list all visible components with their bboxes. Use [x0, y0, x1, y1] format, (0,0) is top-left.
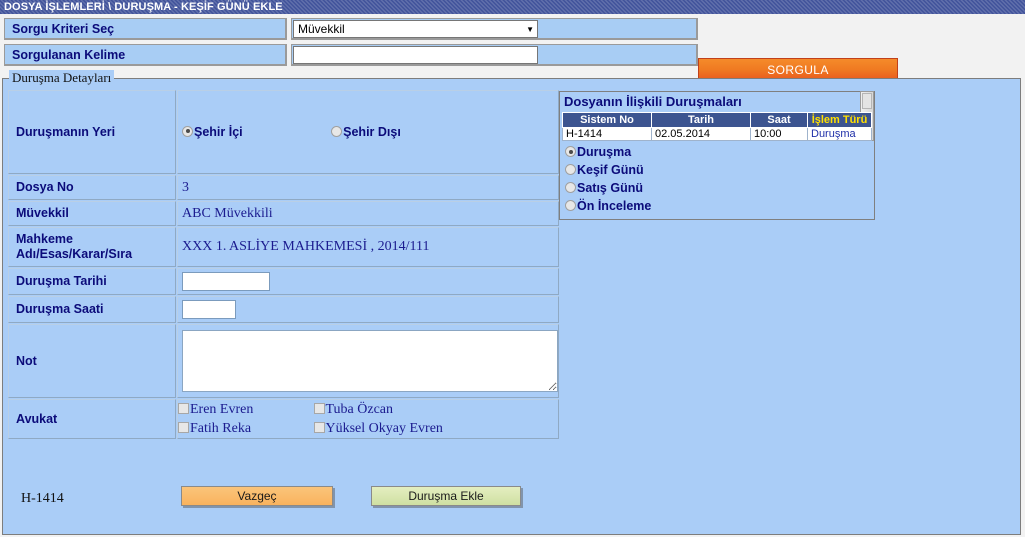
lawyer-checkbox-group: Eren Evren Tuba Özcan Fatih Reka Yüksel …: [177, 399, 559, 439]
cell-islem-turu: Duruşma: [807, 127, 872, 141]
radio-sehir-disi-label: Şehir Dışı: [343, 124, 401, 139]
table-row-location: Duruşmanın Yeri Şehir İçi Şehir Dışı: [8, 90, 559, 174]
search-criteria-label: Sorgu Kriteri Seç: [4, 18, 287, 40]
search-criteria-selected-value: Müvekkil: [298, 22, 345, 36]
lawyer-label: Avukat: [8, 399, 176, 439]
radio-sehir-disi[interactable]: Şehir Dışı: [331, 125, 401, 139]
location-label: Duruşmanın Yeri: [8, 90, 176, 174]
column-header-saat[interactable]: Saat: [750, 112, 808, 128]
add-hearing-button[interactable]: Duruşma Ekle: [371, 486, 521, 506]
lawyer-label-2: Tuba Özcan: [325, 402, 394, 417]
search-keyword-input[interactable]: [293, 46, 538, 64]
radio-type-kesif-gunu[interactable]: Keşif Günü: [565, 161, 651, 179]
table-row[interactable]: H-1414 02.05.2014 10:00 Duruşma: [562, 127, 872, 141]
chevron-down-icon: ▼: [526, 25, 534, 34]
window-title: DOSYA İŞLEMLERİ \ DURUŞMA - KEŞİF GÜNÜ E…: [4, 1, 283, 13]
application-window: DOSYA İŞLEMLERİ \ DURUŞMA - KEŞİF GÜNÜ E…: [0, 0, 1025, 537]
hearing-date-input[interactable]: [182, 272, 270, 291]
radio-sehir-ici-label: Şehir İçi: [194, 124, 243, 139]
hearing-date-label: Duruşma Tarihi: [8, 268, 176, 295]
checkbox-icon: [313, 422, 325, 433]
related-hearings-title: Dosyanın İlişkili Duruşmaları: [564, 94, 742, 109]
client-value: ABC Müvekkili: [177, 201, 559, 226]
radio-icon-unselected: [565, 182, 576, 193]
hearing-time-cell: [177, 296, 559, 323]
radio-type-kesif-gunu-label: Keşif Günü: [577, 163, 644, 177]
checkbox-lawyer-fatih-reka[interactable]: Fatih Reka: [178, 419, 310, 438]
table-row-court: Mahkeme Adı/Esas/Karar/Sıra XXX 1. ASLİY…: [8, 227, 559, 267]
radio-type-durusma-label: Duruşma: [577, 145, 632, 159]
hearing-type-radio-group: Duruşma Keşif Günü Satış Günü Ön İncelem…: [565, 143, 651, 215]
table-row-note: Not: [8, 324, 559, 398]
note-label: Not: [8, 324, 176, 398]
table-row-lawyer: Avukat Eren Evren Tuba Özcan Fatih Reka: [8, 399, 559, 439]
related-hearings-table: Sistem No Tarih Saat İşlem Türü H-1414 0…: [562, 112, 872, 141]
radio-type-durusma[interactable]: Duruşma: [565, 143, 651, 161]
cancel-button[interactable]: Vazgeç: [181, 486, 333, 506]
file-no-label: Dosya No: [8, 175, 176, 200]
radio-type-on-inceleme-label: Ön İnceleme: [577, 199, 652, 213]
table-row-hearing-time: Duruşma Saati: [8, 296, 559, 323]
checkbox-icon: [313, 403, 325, 414]
hearing-time-input[interactable]: [182, 300, 236, 319]
checkbox-lawyer-tuba-ozcan[interactable]: Tuba Özcan: [313, 400, 446, 419]
radio-icon-unselected: [565, 200, 576, 211]
table-row-client: Müvekkil ABC Müvekkili: [8, 201, 559, 226]
table-header-row: Sistem No Tarih Saat İşlem Türü: [562, 112, 872, 128]
related-hearings-panel: Dosyanın İlişkili Duruşmaları Sistem No …: [559, 91, 875, 220]
search-keyword-field-wrap: [291, 44, 698, 66]
cell-sistem-no: H-1414: [562, 127, 652, 141]
checkbox-lawyer-eren-evren[interactable]: Eren Evren: [178, 400, 310, 419]
reference-id: H-1414: [21, 491, 64, 506]
radio-type-satis-gunu[interactable]: Satış Günü: [565, 179, 651, 197]
search-keyword-label: Sorgulanan Kelime: [4, 44, 287, 66]
client-label: Müvekkil: [8, 201, 176, 226]
note-cell: [177, 324, 559, 398]
cell-tarih: 02.05.2014: [651, 127, 751, 141]
file-no-value: 3: [177, 175, 559, 200]
window-titlebar: DOSYA İŞLEMLERİ \ DURUŞMA - KEŞİF GÜNÜ E…: [0, 0, 1025, 14]
checkbox-icon: [178, 403, 189, 414]
hearing-time-label: Duruşma Saati: [8, 296, 176, 323]
search-criteria-field-wrap: Müvekkil ▼: [291, 18, 698, 40]
court-label: Mahkeme Adı/Esas/Karar/Sıra: [8, 227, 176, 267]
lawyer-label-4: Yüksel Okyay Evren: [325, 421, 443, 436]
radio-icon-selected: [182, 125, 193, 137]
form-footer: H-1414 Vazgeç Duruşma Ekle: [3, 479, 1020, 519]
column-header-tarih[interactable]: Tarih: [651, 112, 751, 128]
hearing-details-panel: Duruşma Detayları Duruşmanın Yeri Şehir …: [2, 70, 1021, 535]
hearing-details-legend: Duruşma Detayları: [9, 70, 115, 86]
checkbox-lawyer-yuksel-okyay-evren[interactable]: Yüksel Okyay Evren: [313, 419, 446, 438]
lawyer-row-2: Fatih Reka Yüksel Okyay Evren: [178, 419, 558, 438]
radio-icon-unselected: [331, 125, 343, 137]
court-value: XXX 1. ASLİYE MAHKEMESİ , 2014/111: [177, 227, 559, 267]
radio-sehir-ici[interactable]: Şehir İçi: [182, 125, 243, 139]
location-options-cell: Şehir İçi Şehir Dışı: [177, 90, 559, 174]
table-row-file-no: Dosya No 3: [8, 175, 559, 200]
lawyer-label-3: Fatih Reka: [190, 421, 252, 436]
search-criteria-select[interactable]: Müvekkil ▼: [293, 20, 538, 38]
hearing-form-table: Duruşmanın Yeri Şehir İçi Şehir Dışı Dos…: [7, 89, 560, 440]
radio-type-on-inceleme[interactable]: Ön İnceleme: [565, 197, 651, 215]
radio-type-satis-gunu-label: Satış Günü: [577, 181, 643, 195]
lawyer-row-1: Eren Evren Tuba Özcan: [178, 400, 558, 419]
hearing-date-cell: [177, 268, 559, 295]
lawyer-label-1: Eren Evren: [190, 402, 254, 417]
note-textarea[interactable]: [182, 330, 558, 392]
cell-saat: 10:00: [750, 127, 808, 141]
radio-icon-unselected: [565, 164, 576, 175]
search-bar: Sorgu Kriteri Seç Müvekkil ▼ Sorgulanan …: [0, 14, 1025, 83]
checkbox-icon: [178, 422, 189, 433]
table-row-hearing-date: Duruşma Tarihi: [8, 268, 559, 295]
column-header-sistem-no[interactable]: Sistem No: [562, 112, 652, 128]
radio-icon-selected: [565, 146, 576, 157]
column-header-islem-turu[interactable]: İşlem Türü: [807, 112, 872, 128]
